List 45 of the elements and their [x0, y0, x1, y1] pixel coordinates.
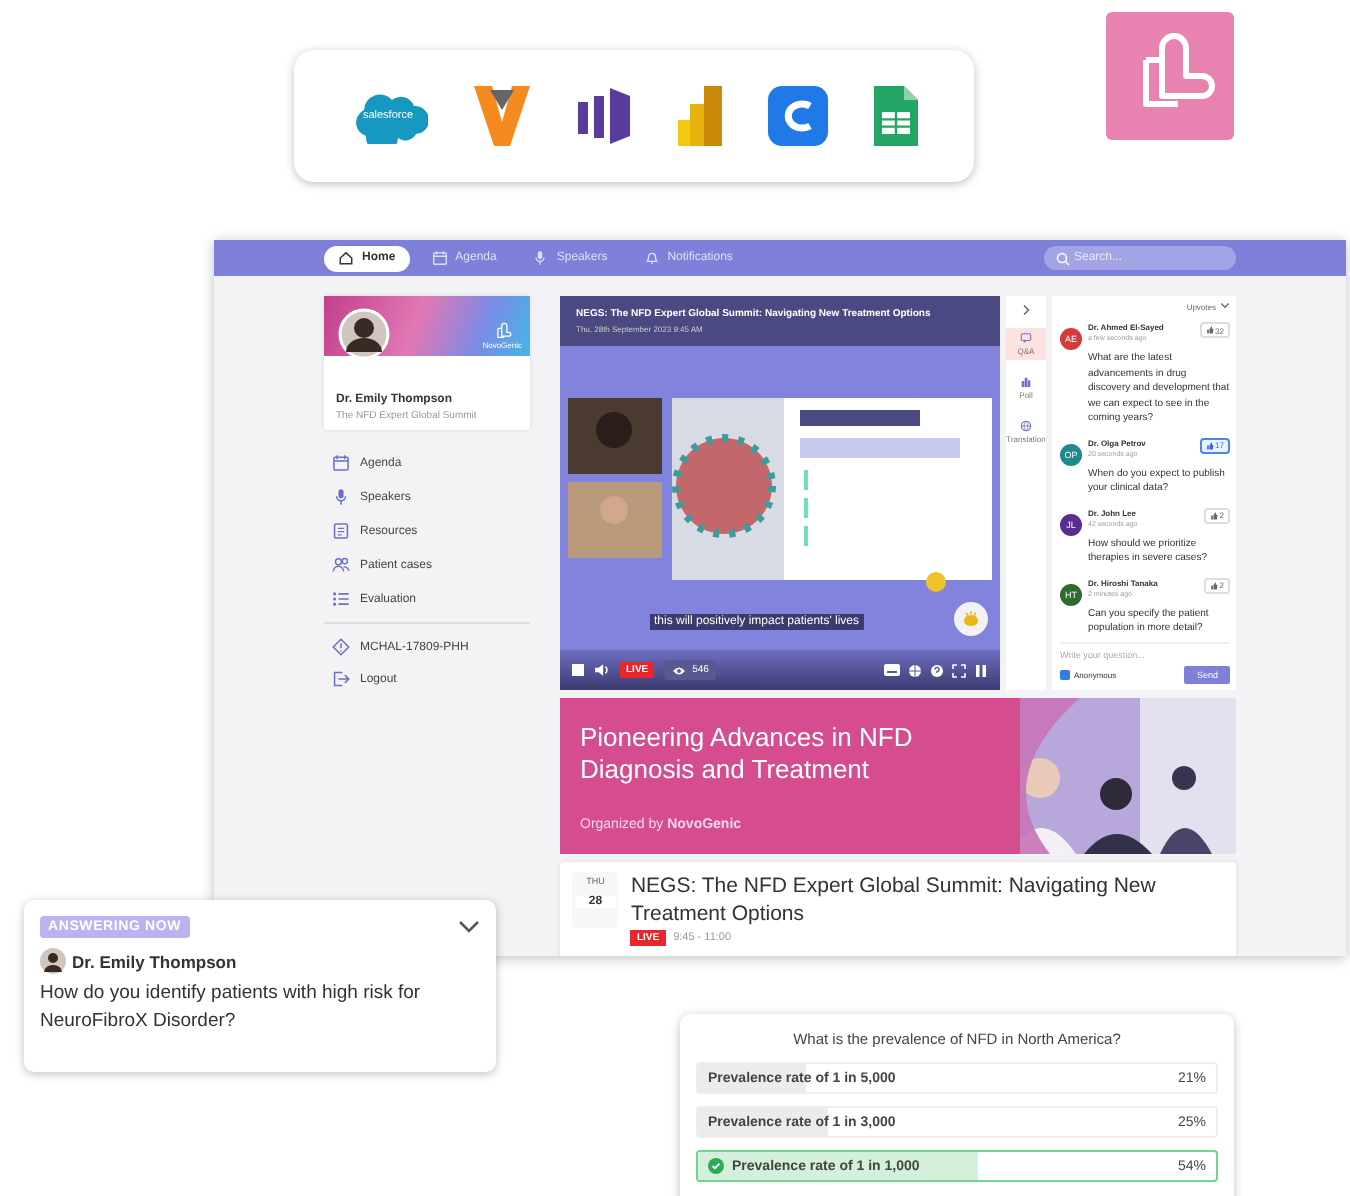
v-logo-icon: [472, 84, 532, 148]
list-icon: [332, 590, 350, 608]
speaker-icon[interactable]: [594, 662, 610, 678]
chevron-right-icon[interactable]: [1021, 304, 1031, 316]
globe-icon[interactable]: [908, 663, 922, 677]
search-icon: [1056, 251, 1070, 265]
bell-icon: [643, 250, 660, 266]
captions-icon[interactable]: [884, 664, 900, 676]
brand-icon: [493, 322, 512, 340]
help-icon[interactable]: [930, 663, 944, 677]
chevron-down-icon[interactable]: [458, 920, 480, 934]
session-title: NEGS: The NFD Expert Global Summit: Navigating New Treatment Options: [630, 872, 1158, 928]
avatar: [338, 308, 390, 360]
diamond-icon: [332, 638, 350, 656]
bar-chart-icon: [1020, 376, 1032, 388]
bars-logo-icon: [576, 86, 632, 146]
thumbs-up-icon: [1209, 581, 1218, 589]
home-icon: [338, 250, 354, 266]
calendar-icon: [332, 454, 350, 472]
logout-icon: [332, 670, 350, 688]
microphone-icon: [532, 250, 549, 266]
pause-icon[interactable]: [974, 663, 988, 677]
people-icon: [332, 556, 350, 574]
thumbs-up-icon: [1205, 326, 1214, 334]
question-text: How do you identify patients with high risk for NeuroFibroX Disorder?: [40, 980, 423, 1036]
speaker-name: Dr. Emily Thompson: [72, 951, 237, 971]
fullscreen-icon[interactable]: [952, 663, 966, 677]
thumbs-up-icon: [1205, 441, 1214, 449]
clap-icon: [960, 608, 982, 630]
microphone-icon: [332, 488, 350, 506]
eye-icon: [672, 665, 687, 675]
document-icon: [332, 522, 350, 540]
spreadsheet-icon: [872, 84, 920, 148]
calendar-icon: [431, 250, 448, 266]
anonymous-checkbox[interactable]: [1060, 670, 1070, 680]
bar-chart-icon: [676, 84, 724, 148]
chevron-down-icon: [1220, 302, 1230, 310]
chat-icon: [1020, 332, 1032, 344]
thumbs-up-icon: [1209, 511, 1218, 519]
banner-title: Pioneering Advances in NFD Diagnosis and Treatment: [580, 722, 915, 786]
check-icon: [708, 1158, 724, 1174]
c-logo-icon: [768, 86, 828, 146]
globe-icon: [1020, 420, 1032, 432]
app-icon: [1106, 12, 1234, 140]
avatar: [40, 948, 66, 974]
